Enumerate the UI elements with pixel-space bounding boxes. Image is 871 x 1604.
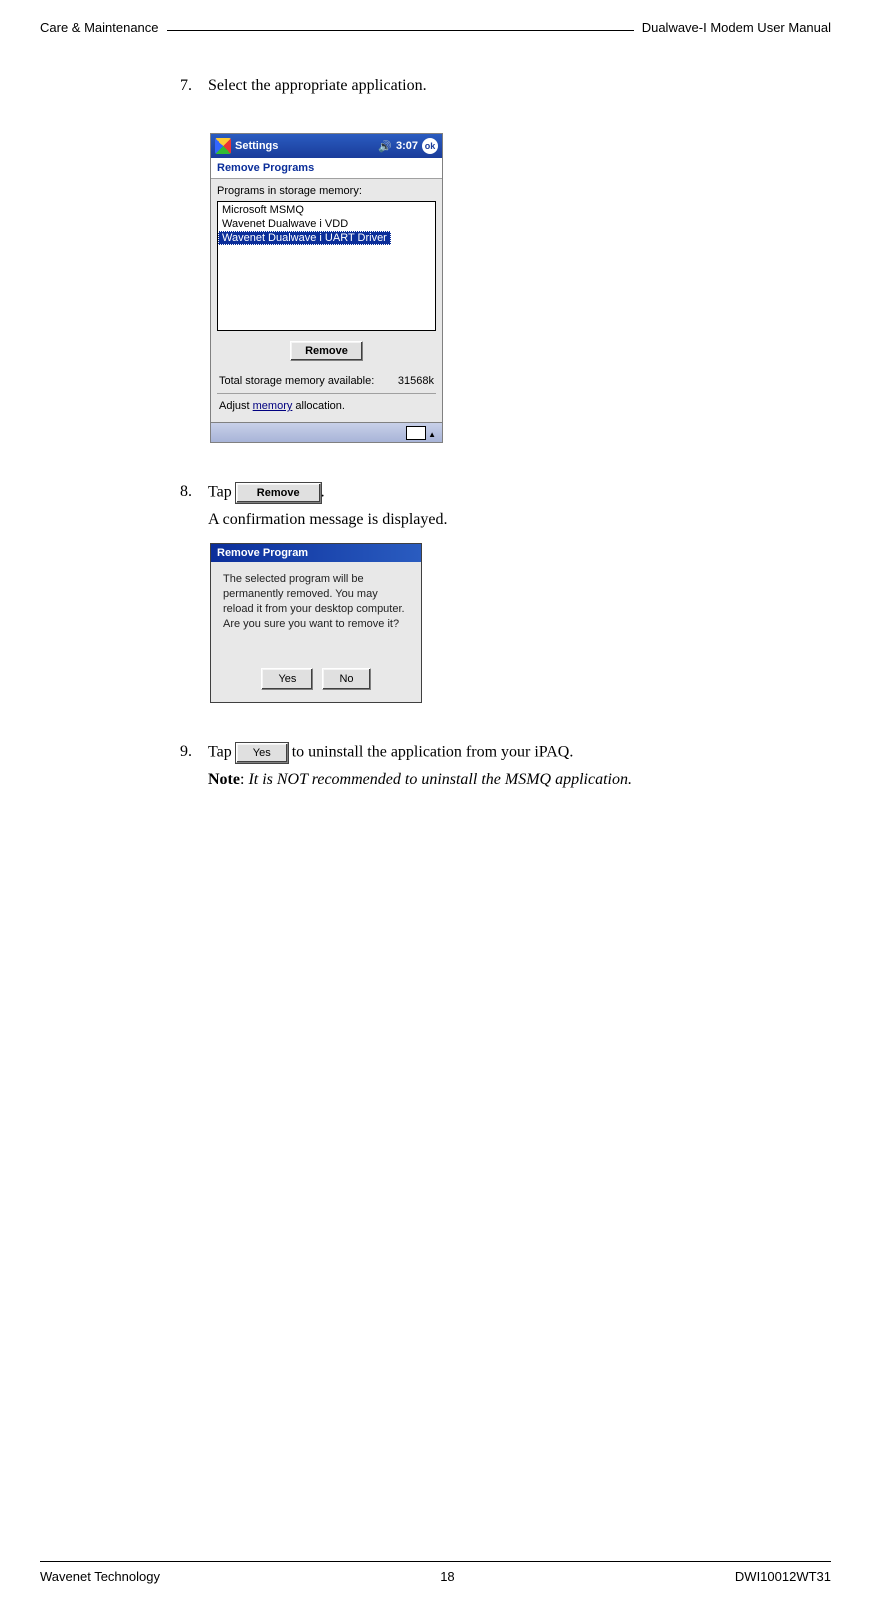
memory-label: Total storage memory available: bbox=[219, 375, 374, 387]
page-header: Care & Maintenance Dualwave-I Modem User… bbox=[40, 20, 831, 35]
step-number: 7. bbox=[180, 77, 208, 95]
header-line bbox=[159, 30, 642, 45]
list-item[interactable]: Wavenet Dualwave i UART Driver bbox=[218, 231, 391, 245]
ipaq-bottombar bbox=[211, 422, 442, 442]
footer-left: Wavenet Technology bbox=[40, 1569, 160, 1584]
programs-label: Programs in storage memory: bbox=[217, 185, 436, 197]
ipaq-body: Programs in storage memory: Microsoft MS… bbox=[211, 179, 442, 422]
footer-right: DWI10012WT31 bbox=[735, 1569, 831, 1584]
document-page: Care & Maintenance Dualwave-I Modem User… bbox=[0, 0, 871, 1604]
step9-tap-prefix: Tap bbox=[208, 744, 236, 761]
speaker-icon[interactable] bbox=[378, 140, 392, 153]
adjust-suffix: allocation. bbox=[292, 400, 345, 412]
keyboard-menu-arrow-icon[interactable] bbox=[426, 430, 436, 442]
clock-label: 3:07 bbox=[396, 140, 418, 152]
list-item[interactable]: Microsoft MSMQ bbox=[218, 203, 435, 217]
step8-line2: A confirmation message is displayed. bbox=[208, 511, 791, 529]
note-text: It is NOT recommended to uninstall the M… bbox=[248, 771, 632, 788]
header-right: Dualwave-I Modem User Manual bbox=[642, 20, 831, 35]
inline-remove-button: Remove bbox=[236, 483, 321, 503]
start-flag-icon[interactable] bbox=[215, 138, 231, 154]
no-button[interactable]: No bbox=[322, 668, 370, 690]
step-number: 8. bbox=[180, 483, 208, 529]
memory-row: Total storage memory available: 31568k bbox=[217, 369, 436, 391]
yes-button[interactable]: Yes bbox=[261, 668, 313, 690]
dialog-title: Remove Program bbox=[211, 544, 421, 562]
remove-programs-tab[interactable]: Remove Programs bbox=[211, 158, 442, 179]
step-7: 7. Select the appropriate application. bbox=[180, 77, 791, 95]
step-8: 8. Tap Remove. A confirmation message is… bbox=[180, 483, 791, 529]
header-left: Care & Maintenance bbox=[40, 20, 159, 35]
page-footer: Wavenet Technology 18 DWI10012WT31 bbox=[40, 1569, 831, 1584]
step9-tap-suffix: to uninstall the application from your i… bbox=[288, 744, 574, 761]
inline-yes-button: Yes bbox=[236, 743, 288, 763]
window-title-label: Settings bbox=[235, 140, 278, 152]
step8-tap-prefix: Tap bbox=[208, 484, 236, 501]
memory-value: 31568k bbox=[398, 375, 434, 387]
adjust-prefix: Adjust bbox=[219, 400, 253, 412]
list-item[interactable]: Wavenet Dualwave i VDD bbox=[218, 217, 435, 231]
note-label: Note bbox=[208, 771, 240, 788]
memory-link[interactable]: memory bbox=[253, 400, 293, 412]
step-text: Select the appropriate application. bbox=[208, 77, 791, 95]
footer-rule bbox=[40, 1561, 831, 1562]
adjust-row: Adjust memory allocation. bbox=[217, 396, 436, 416]
step8-tap-suffix: . bbox=[321, 484, 325, 501]
step-number: 9. bbox=[180, 743, 208, 789]
remove-button[interactable]: Remove bbox=[290, 341, 363, 361]
content-area: 7. Select the appropriate application. S… bbox=[40, 37, 831, 789]
step-9: 9. Tap Yes to uninstall the application … bbox=[180, 743, 791, 789]
footer-center: 18 bbox=[440, 1569, 454, 1584]
programs-listbox[interactable]: Microsoft MSMQ Wavenet Dualwave i VDD Wa… bbox=[217, 201, 436, 331]
ipaq-topbar: Settings 3:07 ok bbox=[211, 134, 442, 158]
ok-button[interactable]: ok bbox=[422, 138, 438, 154]
keyboard-icon[interactable] bbox=[406, 426, 426, 440]
ipaq-settings-window: Settings 3:07 ok Remove Programs Program… bbox=[210, 133, 443, 443]
remove-program-dialog: Remove Program The selected program will… bbox=[210, 543, 422, 703]
dialog-text: The selected program will be permanently… bbox=[223, 572, 409, 656]
